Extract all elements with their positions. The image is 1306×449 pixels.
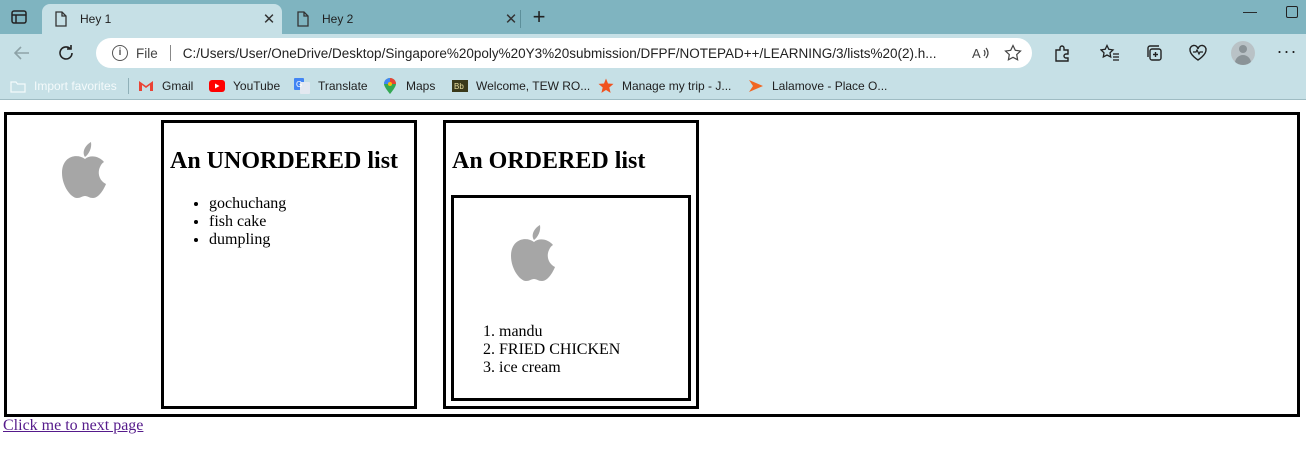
avatar-head: [1239, 45, 1247, 53]
ordered-list-heading: An ORDERED list: [452, 148, 646, 174]
apple-logo-icon: [511, 225, 555, 281]
bookmark-gmail[interactable]: Gmail: [138, 77, 193, 95]
bookmark-manage-trip[interactable]: Manage my trip - J...: [598, 77, 731, 95]
new-tab-icon[interactable]: +: [527, 6, 551, 30]
tab-strip: Hey 1 ✕ Hey 2 ✕ + —: [0, 0, 1306, 34]
tab-divider: [520, 10, 521, 28]
refresh-button[interactable]: [52, 39, 80, 67]
list-item: FRIED CHICKEN: [499, 341, 620, 359]
translate-icon: G: [294, 78, 310, 94]
refresh-icon: [59, 45, 73, 60]
close-tab-icon[interactable]: ✕: [256, 10, 282, 28]
tab-hey-1[interactable]: Hey 1 ✕: [42, 4, 282, 34]
gmail-icon: [138, 78, 154, 94]
next-page-link[interactable]: Click me to next page: [3, 417, 143, 435]
favorites-bar: Import favorites Gmail YouTube G Transla…: [0, 72, 1306, 100]
browser-essentials-icon[interactable]: [1186, 41, 1210, 65]
star-icon: [598, 78, 614, 94]
bookmark-divider: [128, 78, 129, 94]
youtube-icon: [209, 78, 225, 94]
import-icon: [10, 78, 26, 94]
bookmark-welcome[interactable]: Bb Welcome, TEW RO...: [452, 77, 590, 95]
page-viewport: An UNORDERED list gochuchang fish cake d…: [0, 104, 1306, 449]
ordered-list: mandu FRIED CHICKEN ice cream: [499, 323, 620, 377]
svg-text:G: G: [296, 80, 302, 89]
tab-title: Hey 2: [322, 12, 354, 26]
tab-actions-button[interactable]: [4, 4, 34, 30]
tab-title: Hey 1: [80, 12, 112, 26]
site-icon: Bb: [452, 78, 468, 94]
address-divider: [169, 45, 171, 61]
maximize-icon[interactable]: [1286, 6, 1298, 18]
extensions-icon[interactable]: [1050, 41, 1074, 65]
collections-icon[interactable]: [1142, 41, 1166, 65]
scheme-label: File: [136, 45, 158, 61]
tab-actions-icon: [11, 10, 27, 24]
unordered-list-heading: An UNORDERED list: [170, 148, 399, 174]
list-item: gochuchang: [209, 195, 286, 213]
bookmark-label: Translate: [318, 79, 368, 93]
bookmark-label: Lalamove - Place O...: [772, 79, 888, 93]
address-bar[interactable]: i File C:/Users/User/OneDrive/Desktop/Si…: [96, 38, 1032, 68]
bookmark-maps[interactable]: Maps: [382, 77, 435, 95]
lalamove-icon: [748, 78, 764, 94]
site-info-icon[interactable]: i: [112, 45, 128, 61]
list-item: fish cake: [209, 213, 286, 231]
favorites-icon[interactable]: [1098, 41, 1122, 65]
url-text[interactable]: C:/Users/User/OneDrive/Desktop/Singapore…: [183, 46, 968, 61]
list-item: dumpling: [209, 231, 286, 249]
svg-text:A: A: [972, 46, 981, 61]
tab-hey-2[interactable]: Hey 2 ✕: [284, 4, 524, 34]
bookmark-label: Maps: [406, 79, 436, 93]
bookmark-youtube[interactable]: YouTube: [209, 77, 280, 95]
more-options-icon[interactable]: ···: [1276, 41, 1298, 65]
bookmark-import-favorites[interactable]: Import favorites: [10, 77, 117, 95]
bookmark-label: YouTube: [233, 79, 281, 93]
read-aloud-icon[interactable]: A: [968, 40, 994, 66]
browser-toolbar: i File C:/Users/User/OneDrive/Desktop/Si…: [0, 34, 1306, 72]
page-icon: [55, 11, 67, 27]
back-button[interactable]: [8, 39, 36, 67]
minimize-icon[interactable]: —: [1238, 3, 1262, 23]
svg-text:Bb: Bb: [454, 82, 464, 91]
maps-icon: [382, 78, 398, 94]
list-item: mandu: [499, 323, 620, 341]
bookmark-label: Import favorites: [34, 79, 117, 93]
bookmark-translate[interactable]: G Translate: [294, 77, 368, 95]
apple-logo-icon: [62, 142, 106, 198]
bookmark-label: Gmail: [162, 79, 194, 93]
list-item: ice cream: [499, 359, 620, 377]
bookmark-lalamove[interactable]: Lalamove - Place O...: [748, 77, 887, 95]
back-arrow-icon: [13, 46, 29, 60]
bookmark-label: Welcome, TEW RO...: [476, 79, 591, 93]
profile-avatar[interactable]: [1231, 41, 1255, 65]
bookmark-label: Manage my trip - J...: [622, 79, 732, 93]
unordered-list: gochuchang fish cake dumpling: [209, 195, 286, 249]
page-icon: [297, 11, 309, 27]
avatar-body: [1235, 55, 1251, 65]
favorite-star-icon[interactable]: [1000, 40, 1026, 66]
